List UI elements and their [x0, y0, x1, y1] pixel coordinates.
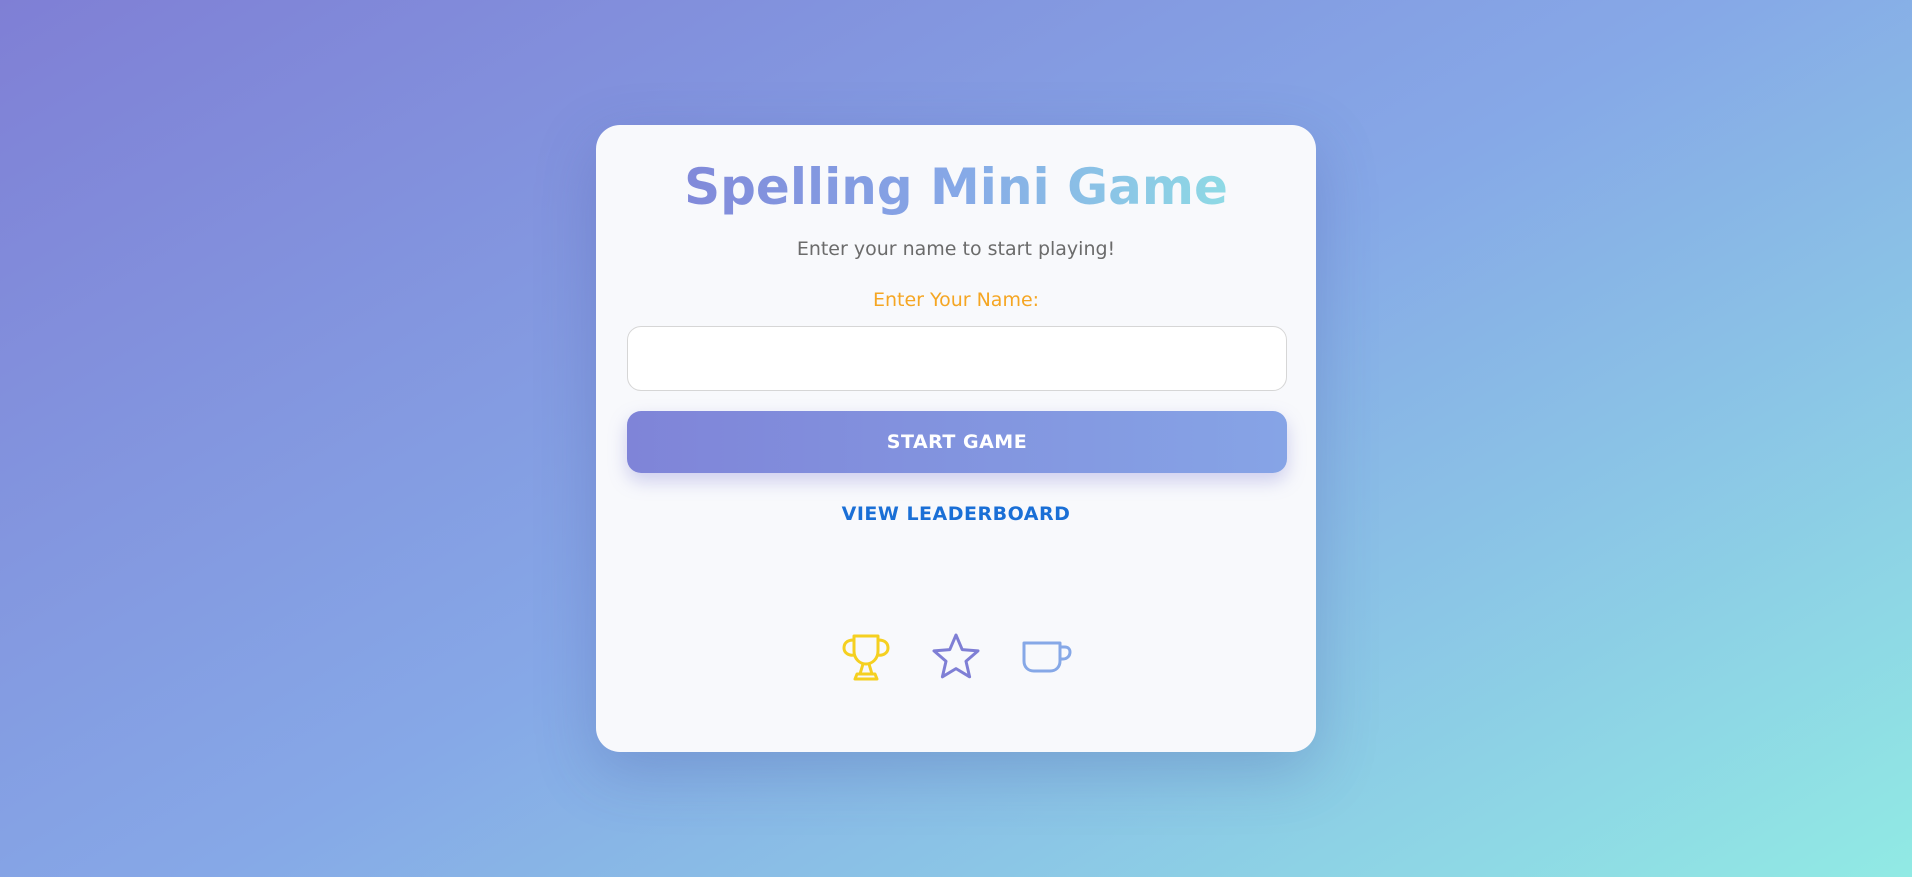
cup-icon — [1020, 629, 1072, 685]
login-card: Spelling Mini Game Enter your name to st… — [596, 125, 1316, 752]
name-input[interactable] — [627, 326, 1287, 391]
star-icon — [930, 629, 982, 685]
subtitle: Enter your name to start playing! — [796, 238, 1116, 260]
start-game-button[interactable]: START GAME — [627, 411, 1287, 473]
page-title: Spelling Mini Game — [596, 157, 1316, 217]
trophy-icon — [840, 629, 892, 685]
view-leaderboard-link[interactable]: VIEW LEADERBOARD — [596, 503, 1316, 525]
name-label: Enter Your Name: — [872, 289, 1040, 311]
decor-icons — [596, 629, 1316, 685]
